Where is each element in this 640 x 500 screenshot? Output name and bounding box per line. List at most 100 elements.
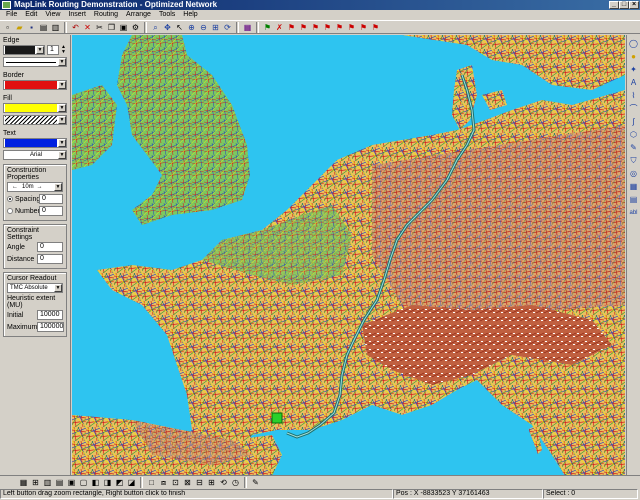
toolbar-separator (236, 21, 239, 33)
send-back-icon[interactable]: ◨ (102, 477, 113, 488)
circle-yellow-icon[interactable]: ● (629, 52, 639, 62)
print-preview-icon[interactable]: ▥ (50, 22, 61, 33)
menu-help[interactable]: Help (179, 10, 201, 20)
text-tool-icon[interactable]: A (629, 78, 639, 88)
snap-grid-icon[interactable]: ⊞ (30, 477, 41, 488)
edge-style-picker[interactable]: ▼ (3, 57, 67, 67)
menu-file[interactable]: File (2, 10, 21, 20)
map-canvas[interactable] (72, 35, 625, 487)
spacing-radio[interactable] (7, 196, 13, 202)
cut-icon[interactable]: ✂ (94, 22, 105, 33)
border-color-picker[interactable]: ▼ (3, 80, 67, 90)
lock-icon[interactable]: ◪ (126, 477, 137, 488)
maximum-field[interactable]: 100000 (37, 322, 65, 332)
spacing-field[interactable]: 0 (39, 194, 63, 204)
menu-view[interactable]: View (41, 10, 64, 20)
menu-edit[interactable]: Edit (21, 10, 41, 20)
fill-color-picker[interactable]: ▼ (3, 103, 67, 113)
group-icon[interactable]: ▣ (66, 477, 77, 488)
edge-width-field[interactable]: 1 (47, 45, 59, 55)
chevron-down-icon: ▼ (58, 151, 66, 159)
print-icon[interactable]: ▤ (38, 22, 49, 33)
point-tool-icon[interactable]: ✦ (629, 65, 639, 75)
route-waypoint-7-icon[interactable]: ⚑ (358, 22, 369, 33)
snap-vertex-icon[interactable]: ⊡ (170, 477, 181, 488)
grid-icon[interactable]: ▦ (242, 22, 253, 33)
polygon-tool-icon[interactable]: ⬡ (629, 130, 639, 140)
constraint-group: Constraint Settings Angle 0 Distance 0 (3, 224, 67, 269)
save-icon[interactable]: ▪ (26, 22, 37, 33)
snap-edge-icon[interactable]: ⊠ (182, 477, 193, 488)
close-button[interactable]: × (629, 1, 639, 9)
angle-field[interactable]: 0 (37, 242, 63, 252)
multi-select-icon[interactable]: ⧈ (158, 477, 169, 488)
minimize-button[interactable]: _ (609, 1, 619, 9)
menu-arrange[interactable]: Arrange (122, 10, 155, 20)
distribute-icon[interactable]: ▤ (54, 477, 65, 488)
distance-field[interactable]: 0 (37, 254, 63, 264)
route-waypoint-icon[interactable]: ⚑ (286, 22, 297, 33)
edge-color-picker[interactable]: ▼ (3, 45, 45, 55)
properties-icon[interactable]: ⚙ (130, 22, 141, 33)
grid-tool-icon[interactable]: ▦ (629, 182, 639, 192)
pan-icon[interactable]: ✥ (162, 22, 173, 33)
bring-front-icon[interactable]: ◧ (90, 477, 101, 488)
construction-distance-picker[interactable]: ← 10m → ▼ (7, 182, 63, 192)
delete-icon[interactable]: ✕ (82, 22, 93, 33)
layer-grid-icon[interactable]: ▦ (18, 477, 29, 488)
route-clear-icon[interactable]: ✗ (274, 22, 285, 33)
copy-icon[interactable]: ❐ (106, 22, 117, 33)
paste-icon[interactable]: ▣ (118, 22, 129, 33)
chevron-down-icon: ▼ (58, 104, 66, 112)
initial-field[interactable]: 10000 (37, 310, 63, 320)
edge-width-spinner[interactable]: ▲ ▼ (61, 45, 67, 55)
route-end-marker[interactable] (271, 412, 283, 424)
rotate-icon[interactable]: ⟲ (218, 477, 229, 488)
zoom-in-icon[interactable]: ⊕ (186, 22, 197, 33)
text-color-picker[interactable]: ▼ (3, 138, 67, 148)
border-color-swatch (5, 81, 57, 89)
select-rect-icon[interactable]: □ (146, 477, 157, 488)
font-picker[interactable]: Arial ▼ (3, 150, 67, 160)
route-waypoint-4-icon[interactable]: ⚑ (322, 22, 333, 33)
cursor-readout-picker[interactable]: TMC Absolute ▼ (7, 283, 63, 293)
fill-pattern-picker[interactable]: ▼ (3, 115, 67, 125)
refresh-icon[interactable]: ⟳ (222, 22, 233, 33)
arrange-icon[interactable]: ◩ (114, 477, 125, 488)
shield-tool-icon[interactable]: ⛉ (629, 156, 639, 166)
route-waypoint-6-icon[interactable]: ⚑ (346, 22, 357, 33)
menu-insert[interactable]: Insert (64, 10, 90, 20)
edit-pencil-icon[interactable]: ✎ (250, 477, 261, 488)
menu-routing[interactable]: Routing (90, 10, 122, 20)
zoom-icon[interactable]: ⌕ (150, 22, 161, 33)
select-arrow-icon[interactable]: ↖ (174, 22, 185, 33)
zoom-out-icon[interactable]: ⊖ (198, 22, 209, 33)
clock-icon[interactable]: ◷ (230, 477, 241, 488)
properties-panel: Edge ▼ 1 ▲ ▼ ▼ Border ▼ Fill ▼ ▼ Text ▼ A… (0, 35, 71, 487)
label-tool-icon[interactable]: abl (629, 208, 639, 218)
ring-tool-icon[interactable]: ◎ (629, 169, 639, 179)
curve-tool-icon[interactable]: ∫ (629, 117, 639, 127)
route-waypoint-3-icon[interactable]: ⚑ (310, 22, 321, 33)
ellipse-tool-icon[interactable]: ◯ (629, 39, 639, 49)
snap-center-icon[interactable]: ⊟ (194, 477, 205, 488)
polyline-tool-icon[interactable]: ⌇ (629, 91, 639, 101)
route-waypoint-8-icon[interactable]: ⚑ (370, 22, 381, 33)
number-radio[interactable] (7, 208, 13, 214)
route-start-flag-icon[interactable]: ⚑ (262, 22, 273, 33)
undo-icon[interactable]: ↶ (70, 22, 81, 33)
snap-intersect-icon[interactable]: ⊞ (206, 477, 217, 488)
open-folder-icon[interactable]: ▰ (14, 22, 25, 33)
align-icon[interactable]: ▥ (42, 477, 53, 488)
menu-tools[interactable]: Tools (155, 10, 179, 20)
pen-tool-icon[interactable]: ✎ (629, 143, 639, 153)
new-file-icon[interactable]: ▫ (2, 22, 13, 33)
maximize-button[interactable]: □ (619, 1, 629, 9)
ungroup-icon[interactable]: ▢ (78, 477, 89, 488)
route-waypoint-2-icon[interactable]: ⚑ (298, 22, 309, 33)
arc-tool-icon[interactable]: ⌒ (629, 104, 639, 114)
table-tool-icon[interactable]: ▤ (629, 195, 639, 205)
number-field[interactable]: 0 (39, 206, 63, 216)
zoom-extent-icon[interactable]: ⊞ (210, 22, 221, 33)
route-waypoint-5-icon[interactable]: ⚑ (334, 22, 345, 33)
